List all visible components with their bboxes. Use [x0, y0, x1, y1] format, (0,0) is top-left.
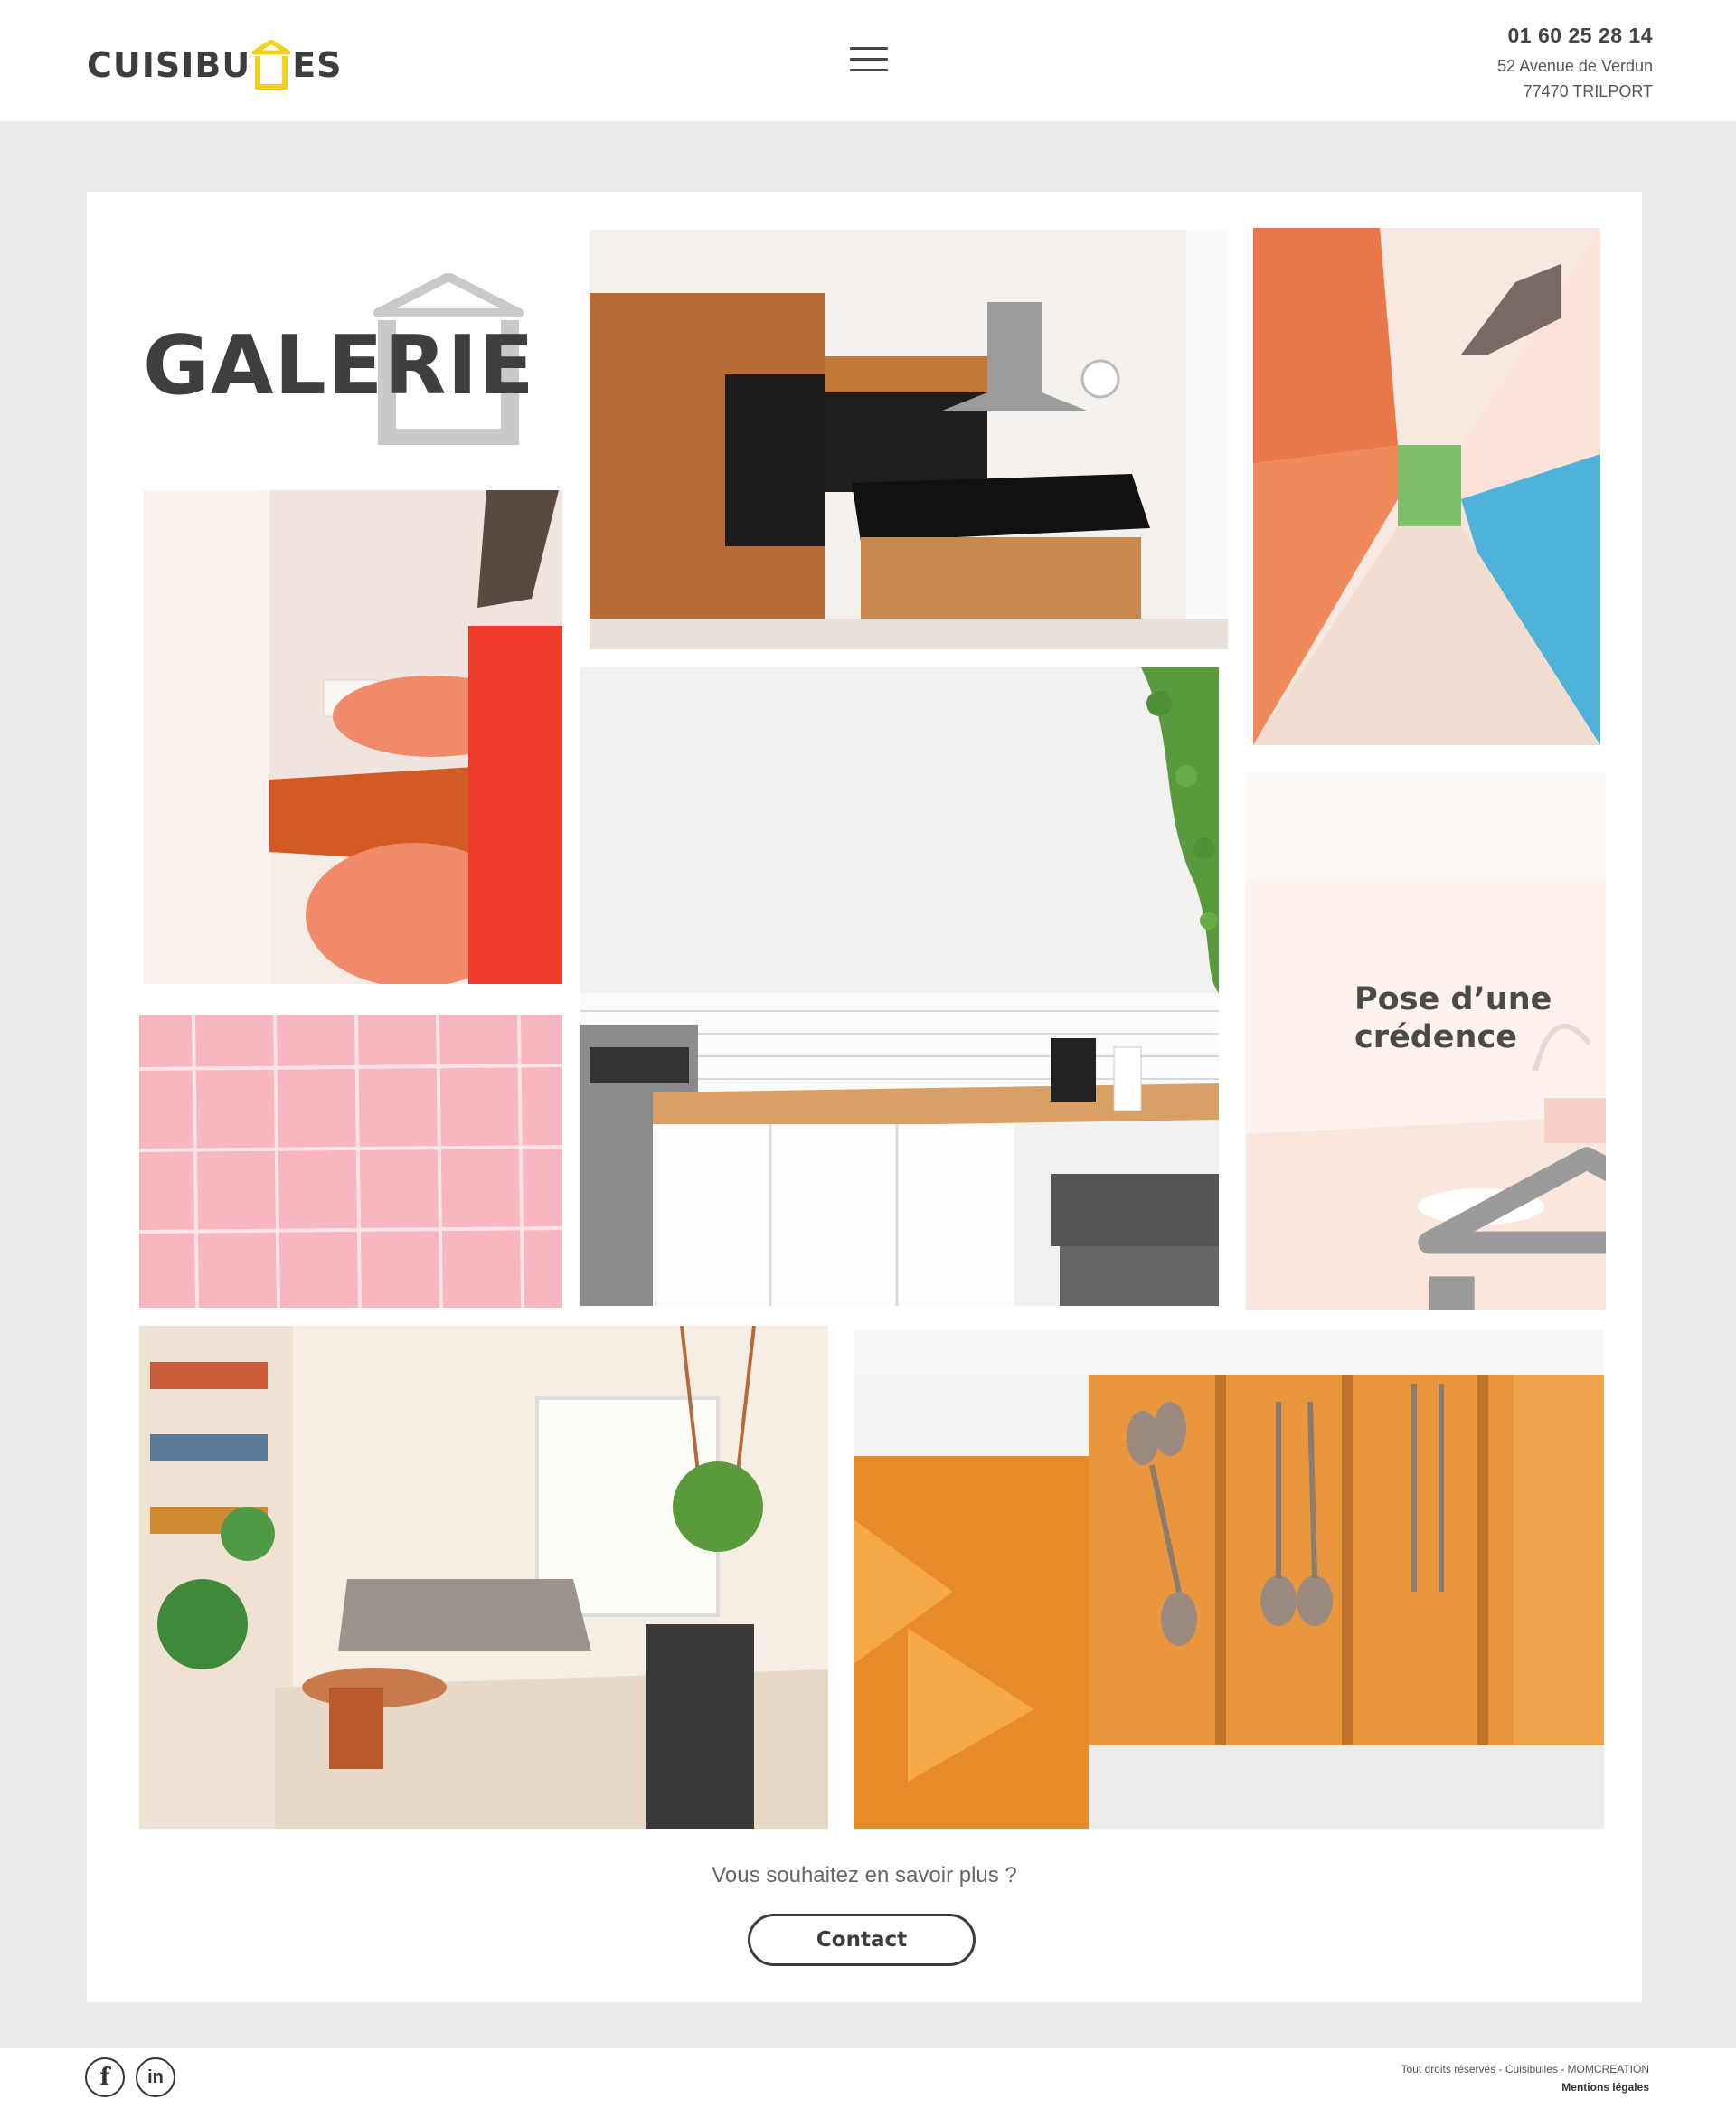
address-street: 52 Avenue de Verdun	[1497, 57, 1653, 75]
wood-kitchen-image	[590, 230, 1228, 649]
caption-line-1: Pose d’une	[1354, 981, 1552, 1017]
cutlery-drawer-image	[854, 1329, 1604, 1829]
cta-question: Vous souhaitez en savoir plus ?	[712, 1863, 1017, 1887]
logo-text-right: ES	[292, 45, 343, 85]
site-header: CUISIBU ES 01 60 25 28 14 52 Avenue de V…	[0, 0, 1736, 121]
gallery-card: GALERIE Pose d’une crédence Vous souhait…	[87, 192, 1642, 2002]
galley-kitchen-image	[1253, 228, 1600, 745]
gallery-photo-wood-kitchen[interactable]	[590, 230, 1228, 649]
site-footer: f in Tout droits réservés - Cuisibulles …	[0, 2048, 1736, 2109]
gallery-photo-pink-tiles[interactable]	[139, 1015, 562, 1308]
gallery-photo-cutlery-drawer[interactable]	[854, 1329, 1604, 1829]
contact-info: 01 60 25 28 14 52 Avenue de Verdun 77470…	[1497, 24, 1653, 104]
copyright-text: Tout droits réservés - Cuisibulles - MOM…	[1401, 2063, 1650, 2076]
gallery-heading: GALERIE	[143, 264, 541, 445]
caption-line-2: crédence	[1354, 1019, 1517, 1055]
legal-notice-link[interactable]: Mentions légales	[1401, 2078, 1649, 2096]
house-outline-icon	[1418, 1147, 1606, 1310]
address-city: 77470 TRILPORT	[1523, 82, 1653, 100]
page-title: GALERIE	[143, 318, 535, 413]
gallery-photo-living-room[interactable]	[139, 1326, 828, 1829]
photo-caption: Pose d’une crédence	[1354, 980, 1552, 1056]
gallery-photo-galley-kitchen[interactable]	[1253, 228, 1600, 745]
logo-house-icon	[252, 40, 291, 90]
gallery-photo-tiling[interactable]	[143, 490, 562, 984]
tiling-image	[143, 490, 562, 984]
living-room-image	[139, 1326, 828, 1829]
white-kitchen-image	[580, 667, 1219, 1306]
linkedin-icon[interactable]: in	[136, 2057, 175, 2097]
hamburger-menu-icon[interactable]	[850, 47, 888, 78]
legal-info: Tout droits réservés - Cuisibulles - MOM…	[1401, 2060, 1650, 2096]
contact-button[interactable]: Contact	[748, 1914, 976, 1966]
facebook-icon[interactable]: f	[85, 2057, 125, 2097]
site-logo[interactable]: CUISIBU ES	[87, 31, 343, 90]
gallery-photo-backsplash[interactable]: Pose d’une crédence	[1246, 772, 1606, 1310]
phone-number[interactable]: 01 60 25 28 14	[1497, 24, 1653, 48]
pink-tiles-image	[139, 1015, 562, 1308]
gallery-photo-white-kitchen[interactable]	[580, 667, 1219, 1306]
logo-text-left: CUISIBU	[87, 45, 251, 85]
